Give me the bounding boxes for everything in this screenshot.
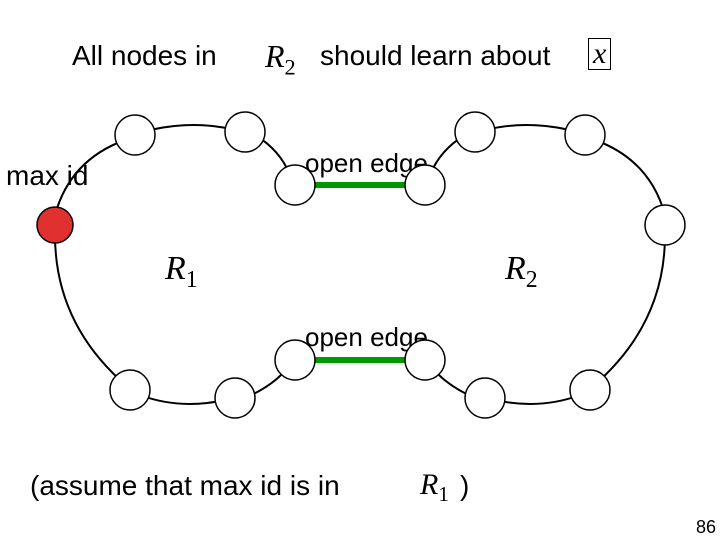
ring-diagram [0,0,720,540]
node [225,112,265,152]
node [275,340,315,380]
node [275,165,315,205]
node [570,370,610,410]
node [565,115,605,155]
node-x [37,207,73,243]
node [115,115,155,155]
node [645,205,685,245]
node [405,165,445,205]
node [215,378,255,418]
node [110,370,150,410]
node [465,378,505,418]
node [455,112,495,152]
node [405,340,445,380]
